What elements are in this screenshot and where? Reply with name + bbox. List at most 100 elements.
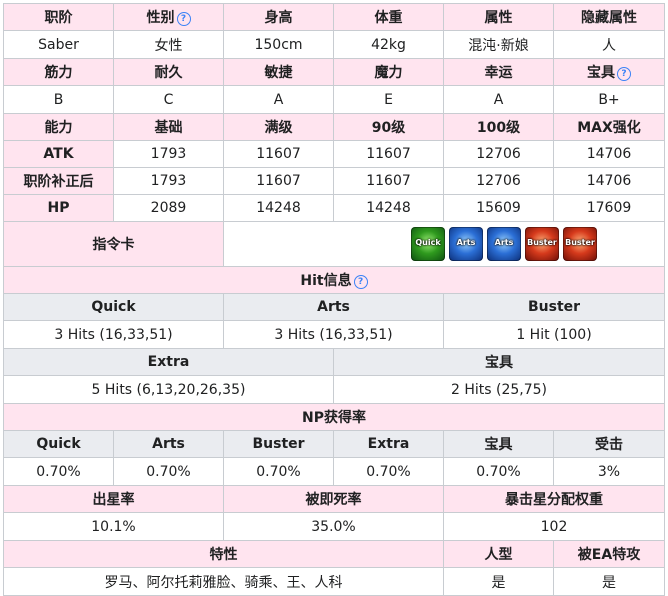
star-weight-header: 暴击星分配权重 bbox=[443, 485, 665, 513]
humanoid-header: 人型 bbox=[443, 540, 554, 568]
arts-card-icon[interactable]: Arts bbox=[449, 227, 483, 261]
command-card-label: 指令卡 bbox=[3, 221, 224, 267]
strength-value: B bbox=[3, 85, 114, 114]
weight-value: 42kg bbox=[333, 30, 444, 59]
hit-quick-header: Quick bbox=[3, 293, 224, 321]
header-strength: 筋力 bbox=[3, 58, 114, 86]
header-hidden-attribute: 隐藏属性 bbox=[553, 3, 665, 31]
np-extra-header: Extra bbox=[333, 430, 444, 458]
gender-link[interactable]: 女性 bbox=[113, 30, 224, 59]
np-quick-header: Quick bbox=[3, 430, 114, 458]
np-buster-header: Buster bbox=[223, 430, 334, 458]
luck-value: A bbox=[443, 85, 554, 114]
card-label: Buster bbox=[527, 238, 557, 247]
servant-info-table: 职阶 性别? 身高 体重 属性 隐藏属性 Saber 女性 150cm 42kg… bbox=[3, 3, 665, 596]
class-adjusted-label: 职阶补正后 bbox=[3, 167, 114, 195]
atk-max-enhance: 14706 bbox=[553, 140, 665, 168]
buster-card-icon[interactable]: Buster bbox=[563, 227, 597, 261]
death-rate-header: 被即死率 bbox=[223, 485, 444, 513]
star-weight-value: 102 bbox=[443, 512, 665, 541]
header-attribute: 属性 bbox=[443, 3, 554, 31]
np-arts-header: Arts bbox=[113, 430, 224, 458]
header-mana: 魔力 bbox=[333, 58, 444, 86]
hidden-attribute-link[interactable]: 人 bbox=[553, 30, 665, 59]
header-height: 身高 bbox=[223, 3, 334, 31]
quick-card-icon[interactable]: Quick bbox=[411, 227, 445, 261]
command-card-list: Quick Arts Arts Buster Buster bbox=[225, 227, 664, 261]
atk-100: 12706 bbox=[443, 140, 554, 168]
hit-info-title: Hit信息? bbox=[3, 266, 665, 294]
card-label: Buster bbox=[565, 238, 595, 247]
adjusted-max-enhance: 14706 bbox=[553, 167, 665, 195]
header-max-enhance: MAX强化 bbox=[553, 113, 665, 141]
np-arts-value: 0.70% bbox=[113, 457, 224, 486]
hit-buster-value: 1 Hit (100) bbox=[443, 320, 665, 349]
ea-special-header: 被EA特攻 bbox=[553, 540, 665, 568]
help-icon[interactable]: ? bbox=[353, 275, 368, 289]
atk-90: 11607 bbox=[333, 140, 444, 168]
header-weight: 体重 bbox=[333, 3, 444, 31]
header-base: 基础 bbox=[113, 113, 224, 141]
header-endurance: 耐久 bbox=[113, 58, 224, 86]
np-np-value: 0.70% bbox=[443, 457, 554, 486]
hit-quick-value: 3 Hits (16,33,51) bbox=[3, 320, 224, 349]
np-buster-value: 0.70% bbox=[223, 457, 334, 486]
card-label: Quick bbox=[415, 238, 441, 247]
atk-max: 11607 bbox=[223, 140, 334, 168]
help-icon[interactable]: ? bbox=[617, 67, 631, 81]
death-rate-value: 35.0% bbox=[223, 512, 444, 541]
header-luck: 幸运 bbox=[443, 58, 554, 86]
traits-links[interactable]: 罗马、阿尔托莉雅脸、骑乘、王、人科 bbox=[3, 567, 444, 596]
hit-np-header: 宝具 bbox=[333, 348, 665, 376]
hp-base: 2089 bbox=[113, 194, 224, 222]
mana-value: E bbox=[333, 85, 444, 114]
hp-label: HP bbox=[3, 194, 114, 222]
hit-arts-value: 3 Hits (16,33,51) bbox=[223, 320, 444, 349]
command-card-cell: Quick Arts Arts Buster Buster bbox=[223, 221, 665, 267]
np-defense-header: 受击 bbox=[553, 430, 665, 458]
star-rate-value: 10.1% bbox=[3, 512, 224, 541]
class-link[interactable]: Saber bbox=[3, 30, 114, 59]
hp-max: 14248 bbox=[223, 194, 334, 222]
np-quick-value: 0.70% bbox=[3, 457, 114, 486]
hit-info-title-label: Hit信息 bbox=[300, 273, 352, 289]
atk-base: 1793 bbox=[113, 140, 224, 168]
hp-100: 15609 bbox=[443, 194, 554, 222]
ea-special-link[interactable]: 是 bbox=[553, 567, 665, 596]
agility-value: A bbox=[223, 85, 334, 114]
hit-extra-value: 5 Hits (6,13,20,26,35) bbox=[3, 375, 334, 404]
star-rate-header: 出星率 bbox=[3, 485, 224, 513]
hp-max-enhance: 17609 bbox=[553, 194, 665, 222]
header-level-90: 90级 bbox=[333, 113, 444, 141]
adjusted-base: 1793 bbox=[113, 167, 224, 195]
card-label: Arts bbox=[456, 238, 476, 247]
header-ability: 能力 bbox=[3, 113, 114, 141]
np-np-header: 宝具 bbox=[443, 430, 554, 458]
attribute-link[interactable]: 混沌·新娘 bbox=[443, 30, 554, 59]
np-defense-value: 3% bbox=[553, 457, 665, 486]
hp-90: 14248 bbox=[333, 194, 444, 222]
hit-np-value: 2 Hits (25,75) bbox=[333, 375, 665, 404]
hit-buster-header: Buster bbox=[443, 293, 665, 321]
hit-arts-header: Arts bbox=[223, 293, 444, 321]
noble-phantasm-value: B+ bbox=[553, 85, 665, 114]
header-class: 职阶 bbox=[3, 3, 114, 31]
endurance-value: C bbox=[113, 85, 224, 114]
atk-label: ATK bbox=[3, 140, 114, 168]
adjusted-max: 11607 bbox=[223, 167, 334, 195]
header-gender-label: 性别 bbox=[146, 10, 175, 26]
adjusted-100: 12706 bbox=[443, 167, 554, 195]
servant-info-table-container: 职阶 性别? 身高 体重 属性 隐藏属性 Saber 女性 150cm 42kg… bbox=[3, 3, 665, 596]
adjusted-90: 11607 bbox=[333, 167, 444, 195]
header-gender: 性别? bbox=[113, 3, 224, 31]
humanoid-link[interactable]: 是 bbox=[443, 567, 554, 596]
help-icon[interactable]: ? bbox=[176, 12, 191, 26]
header-noble-phantasm-label: 宝具 bbox=[587, 65, 615, 81]
traits-header: 特性 bbox=[3, 540, 444, 568]
header-agility: 敏捷 bbox=[223, 58, 334, 86]
buster-card-icon[interactable]: Buster bbox=[525, 227, 559, 261]
header-noble-phantasm: 宝具? bbox=[553, 58, 665, 86]
hit-extra-header: Extra bbox=[3, 348, 334, 376]
arts-card-icon[interactable]: Arts bbox=[487, 227, 521, 261]
header-max-level: 满级 bbox=[223, 113, 334, 141]
